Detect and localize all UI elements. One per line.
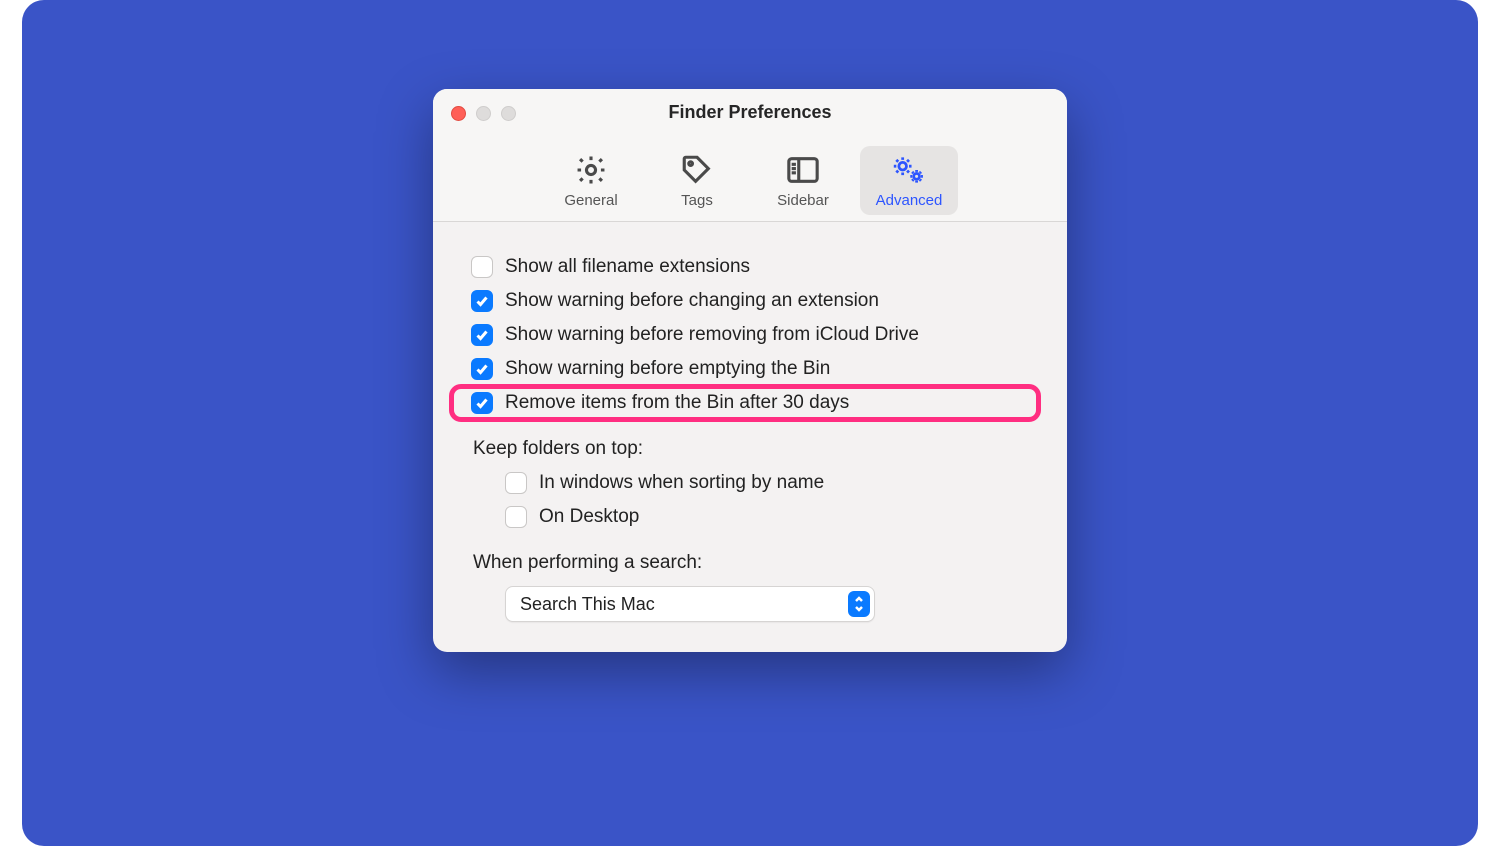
- option-remove-after-30-days[interactable]: Remove items from the Bin after 30 days: [453, 386, 1037, 420]
- checkbox[interactable]: [505, 472, 527, 494]
- option-show-extensions[interactable]: Show all filename extensions: [463, 250, 1037, 284]
- select-value: Search This Mac: [520, 594, 655, 615]
- tab-label: Sidebar: [777, 192, 829, 209]
- gears-icon: [889, 152, 929, 188]
- option-label: On Desktop: [539, 506, 639, 528]
- tab-label: Tags: [681, 192, 713, 209]
- option-warn-empty-bin[interactable]: Show warning before emptying the Bin: [463, 352, 1037, 386]
- tab-advanced[interactable]: Advanced: [860, 146, 958, 215]
- updown-stepper-icon: [848, 591, 870, 617]
- option-label: Show all filename extensions: [505, 256, 750, 278]
- tab-label: Advanced: [876, 192, 943, 209]
- checkbox[interactable]: [505, 506, 527, 528]
- page-background: Finder Preferences General Tags: [22, 0, 1478, 846]
- tab-tags[interactable]: Tags: [648, 146, 746, 215]
- gear-icon: [571, 152, 611, 188]
- checkbox[interactable]: [471, 358, 493, 380]
- tag-icon: [677, 152, 717, 188]
- tab-general[interactable]: General: [542, 146, 640, 215]
- tab-sidebar[interactable]: Sidebar: [754, 146, 852, 215]
- toolbar-tabs: General Tags Sidebar: [433, 146, 1067, 215]
- checkbox[interactable]: [471, 256, 493, 278]
- checkbox[interactable]: [471, 290, 493, 312]
- option-warn-change-extension[interactable]: Show warning before changing an extensio…: [463, 284, 1037, 318]
- option-folders-on-top-windows[interactable]: In windows when sorting by name: [463, 466, 1037, 500]
- folders-header: Keep folders on top:: [463, 420, 1037, 466]
- finder-preferences-window: Finder Preferences General Tags: [433, 89, 1067, 652]
- option-warn-icloud-remove[interactable]: Show warning before removing from iCloud…: [463, 318, 1037, 352]
- option-label: In windows when sorting by name: [539, 472, 824, 494]
- sidebar-icon: [783, 152, 823, 188]
- checkbox[interactable]: [471, 324, 493, 346]
- window-title: Finder Preferences: [433, 102, 1067, 123]
- preferences-body: Show all filename extensions Show warnin…: [433, 222, 1067, 652]
- tab-label: General: [564, 192, 617, 209]
- window-titlebar: Finder Preferences General Tags: [433, 89, 1067, 222]
- checkbox[interactable]: [471, 392, 493, 414]
- option-folders-on-top-desktop[interactable]: On Desktop: [463, 500, 1037, 534]
- option-label: Remove items from the Bin after 30 days: [505, 392, 849, 414]
- option-label: Show warning before removing from iCloud…: [505, 324, 919, 346]
- search-header: When performing a search:: [463, 534, 1037, 580]
- search-scope-select[interactable]: Search This Mac: [505, 586, 875, 622]
- option-label: Show warning before changing an extensio…: [505, 290, 879, 312]
- option-label: Show warning before emptying the Bin: [505, 358, 830, 380]
